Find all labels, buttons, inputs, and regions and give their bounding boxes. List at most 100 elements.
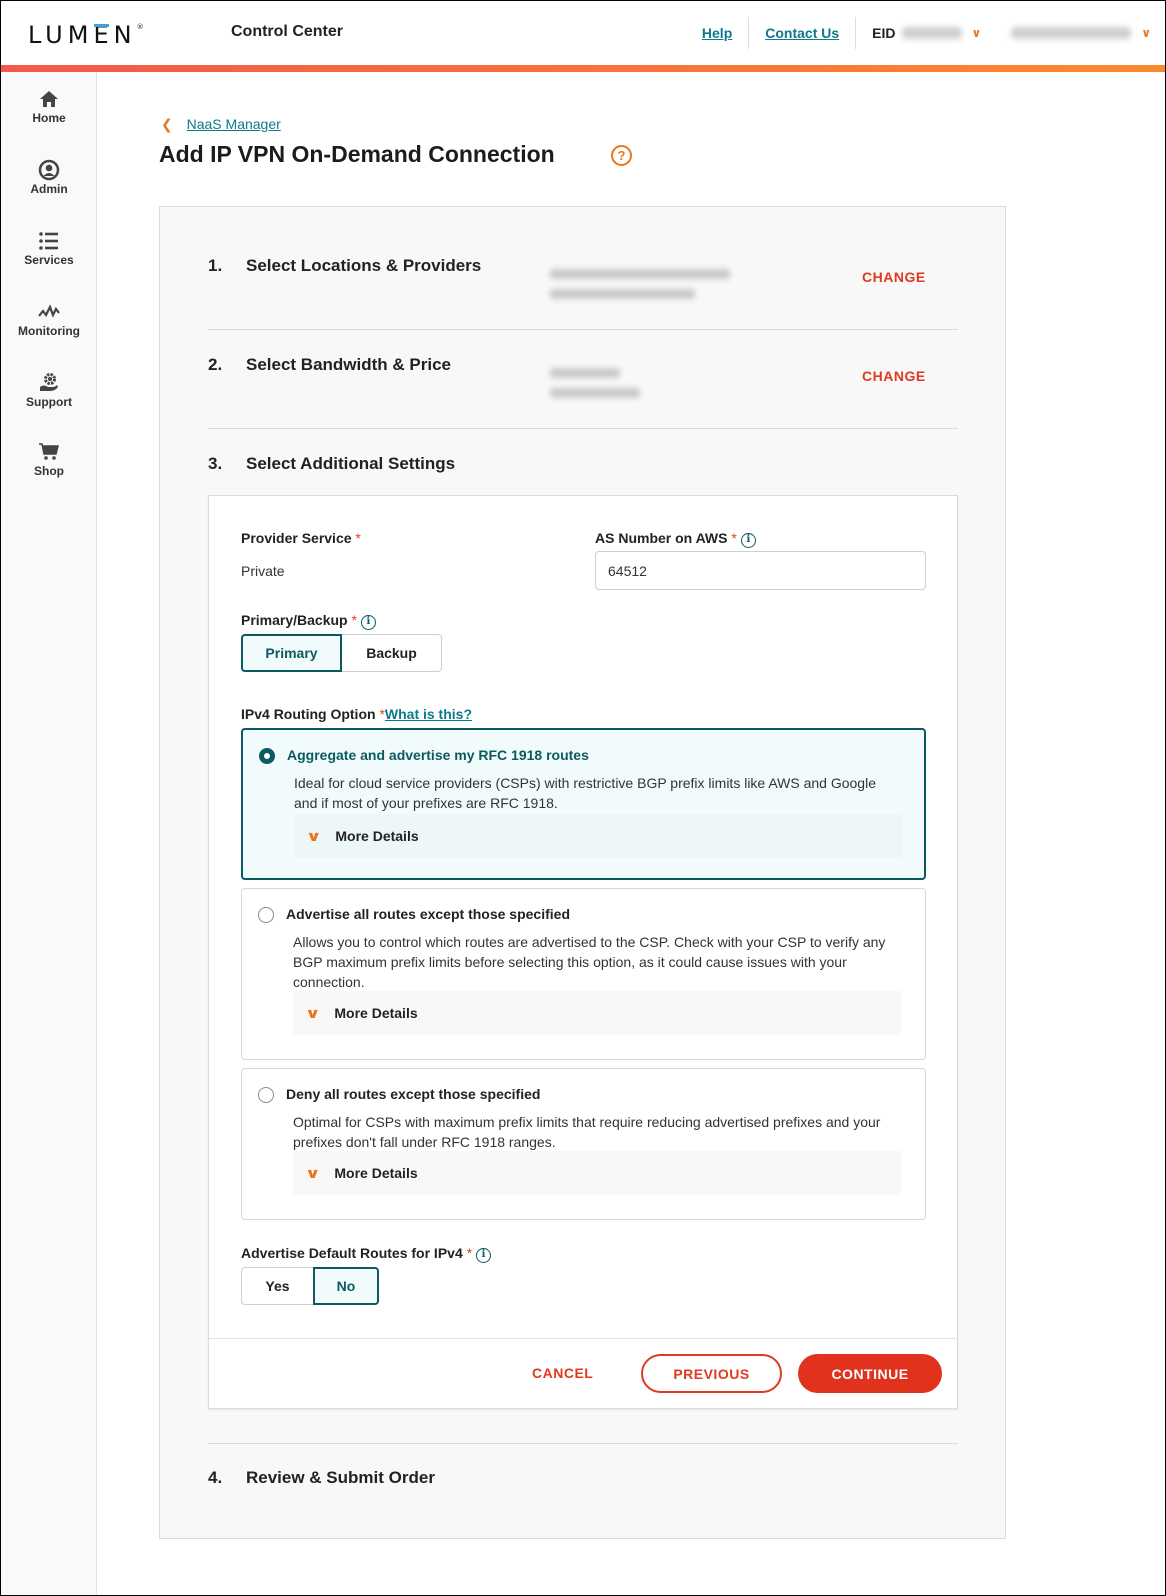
sidebar-item-monitoring[interactable]: Monitoring bbox=[1, 301, 97, 338]
user-circle-icon bbox=[38, 159, 60, 181]
step-title: Review & Submit Order bbox=[246, 1468, 435, 1487]
account-selector[interactable]: ∨ bbox=[995, 26, 1165, 40]
help-link[interactable]: Help bbox=[686, 25, 748, 41]
option-title: Advertise all routes except those specif… bbox=[286, 906, 570, 922]
option-description: Ideal for cloud service providers (CSPs)… bbox=[294, 775, 876, 811]
no-option[interactable]: No bbox=[313, 1267, 379, 1305]
chevron-down-icon: ∨ bbox=[304, 1164, 321, 1181]
provider-service-value: Private bbox=[241, 563, 285, 579]
lumen-logo[interactable]: LUMEN® bbox=[28, 21, 144, 49]
header-right: Help Contact Us EID ∨ ∨ bbox=[686, 1, 1165, 65]
ipv4-routing-label: IPv4 Routing Option *What is this? bbox=[241, 706, 472, 722]
sidebar-item-admin[interactable]: Admin bbox=[1, 159, 97, 196]
primary-option[interactable]: Primary bbox=[241, 634, 342, 672]
routing-option-deny-all[interactable]: Deny all routes except those specified O… bbox=[241, 1068, 926, 1220]
pulse-icon bbox=[38, 304, 60, 318]
chevron-down-icon: ∨ bbox=[971, 26, 982, 40]
radio-selected[interactable] bbox=[259, 748, 275, 764]
cancel-button[interactable]: CANCEL bbox=[532, 1365, 593, 1381]
info-icon[interactable]: i bbox=[360, 615, 376, 630]
required-marker: * bbox=[731, 530, 737, 546]
divider bbox=[209, 1338, 957, 1339]
as-number-label: AS Number on AWS * i bbox=[595, 530, 756, 548]
question-circle-icon[interactable]: ? bbox=[611, 145, 632, 166]
change-step-1-button[interactable]: CHANGE bbox=[862, 269, 926, 285]
chevron-left-icon: ❮ bbox=[161, 116, 173, 132]
more-details-toggle[interactable]: ∨ More Details bbox=[293, 991, 902, 1035]
header-accent-bar bbox=[1, 65, 1165, 72]
step-title: Select Locations & Providers bbox=[246, 256, 482, 275]
more-details-label: More Details bbox=[334, 1165, 418, 1181]
step-number: 4. bbox=[208, 1468, 223, 1487]
divider bbox=[208, 1443, 958, 1444]
routing-option-aggregate[interactable]: Aggregate and advertise my RFC 1918 rout… bbox=[241, 728, 926, 880]
chevron-down-icon: ∨ bbox=[305, 827, 322, 844]
as-number-input[interactable] bbox=[595, 551, 926, 590]
radio-unselected[interactable] bbox=[258, 907, 274, 923]
option-description: Allows you to control which routes are a… bbox=[293, 934, 886, 990]
more-details-toggle[interactable]: ∨ More Details bbox=[293, 1151, 902, 1195]
label-text: Provider Service bbox=[241, 530, 352, 546]
step-number: 1. bbox=[208, 256, 223, 275]
required-marker: * bbox=[351, 612, 357, 628]
more-details-toggle[interactable]: ∨ More Details bbox=[294, 814, 903, 858]
primary-backup-toggle: Primary Backup bbox=[241, 634, 442, 672]
sidebar-nav: Home Admin Services Monitoring Support S… bbox=[1, 72, 97, 1595]
yes-option[interactable]: Yes bbox=[241, 1267, 313, 1305]
option-description: Optimal for CSPs with maximum prefix lim… bbox=[293, 1114, 881, 1150]
order-wizard: 1. Select Locations & Providers CHANGE 2.… bbox=[159, 206, 1006, 1539]
default-routes-label: Advertise Default Routes for IPv4 * i bbox=[241, 1245, 492, 1263]
list-icon bbox=[39, 232, 58, 250]
label-text: Advertise Default Routes for IPv4 bbox=[241, 1245, 463, 1261]
radio-unselected[interactable] bbox=[258, 1087, 274, 1103]
chevron-down-icon: ∨ bbox=[1141, 26, 1151, 40]
sidebar-item-label: Home bbox=[32, 111, 66, 125]
option-title: Aggregate and advertise my RFC 1918 rout… bbox=[287, 747, 589, 763]
divider bbox=[208, 428, 958, 429]
continue-button[interactable]: CONTINUE bbox=[798, 1354, 942, 1393]
home-icon bbox=[40, 91, 58, 107]
backup-option[interactable]: Backup bbox=[342, 634, 442, 672]
step-title: Select Bandwidth & Price bbox=[246, 355, 451, 374]
step-3-heading: 3. Select Additional Settings bbox=[208, 454, 455, 474]
sidebar-item-home[interactable]: Home bbox=[1, 88, 97, 125]
routing-option-advertise-all[interactable]: Advertise all routes except those specif… bbox=[241, 888, 926, 1060]
default-routes-toggle: Yes No bbox=[241, 1267, 379, 1305]
label-text: IPv4 Routing Option bbox=[241, 706, 376, 722]
option-title: Deny all routes except those specified bbox=[286, 1086, 541, 1102]
sidebar-item-shop[interactable]: Shop bbox=[1, 441, 97, 478]
sidebar-item-support[interactable]: Support bbox=[1, 372, 97, 409]
info-icon[interactable]: i bbox=[740, 533, 756, 548]
contact-us-link[interactable]: Contact Us bbox=[749, 25, 855, 41]
page-title: Add IP VPN On-Demand Connection bbox=[159, 141, 555, 167]
breadcrumb: ❮ NaaS Manager bbox=[161, 116, 281, 133]
label-text: Primary/Backup bbox=[241, 612, 348, 628]
top-header: LUMEN® Control Center Help Contact Us EI… bbox=[1, 1, 1165, 65]
eid-selector[interactable]: EID ∨ bbox=[856, 25, 995, 41]
sidebar-item-label: Support bbox=[26, 395, 72, 409]
divider bbox=[208, 329, 958, 330]
back-to-naas-manager-link[interactable]: NaaS Manager bbox=[187, 116, 281, 132]
step-title: Select Additional Settings bbox=[246, 454, 456, 473]
sidebar-item-services[interactable]: Services bbox=[1, 230, 97, 267]
eid-value-redacted bbox=[901, 27, 962, 39]
primary-backup-label: Primary/Backup * i bbox=[241, 612, 376, 630]
chevron-down-icon: ∨ bbox=[304, 1004, 321, 1021]
what-is-this-link[interactable]: What is this? bbox=[385, 706, 472, 722]
change-step-2-button[interactable]: CHANGE bbox=[862, 368, 926, 384]
label-text: AS Number on AWS bbox=[595, 530, 728, 546]
app-title: Control Center bbox=[231, 23, 343, 40]
additional-settings-panel: Provider Service * Private AS Number on … bbox=[208, 495, 958, 1409]
step-2-heading: 2. Select Bandwidth & Price bbox=[208, 355, 451, 375]
sidebar-item-label: Admin bbox=[30, 182, 68, 196]
step-1-summary-redacted bbox=[550, 269, 730, 309]
info-icon[interactable]: i bbox=[476, 1248, 492, 1263]
provider-service-label: Provider Service * bbox=[241, 530, 361, 546]
cart-icon bbox=[39, 443, 59, 460]
previous-button[interactable]: PREVIOUS bbox=[641, 1354, 782, 1393]
sidebar-item-label: Services bbox=[24, 253, 74, 267]
sidebar-item-label: Shop bbox=[34, 464, 64, 478]
eid-label: EID bbox=[872, 25, 896, 41]
support-gear-hand-icon bbox=[40, 373, 58, 391]
step-1-heading: 1. Select Locations & Providers bbox=[208, 256, 481, 276]
